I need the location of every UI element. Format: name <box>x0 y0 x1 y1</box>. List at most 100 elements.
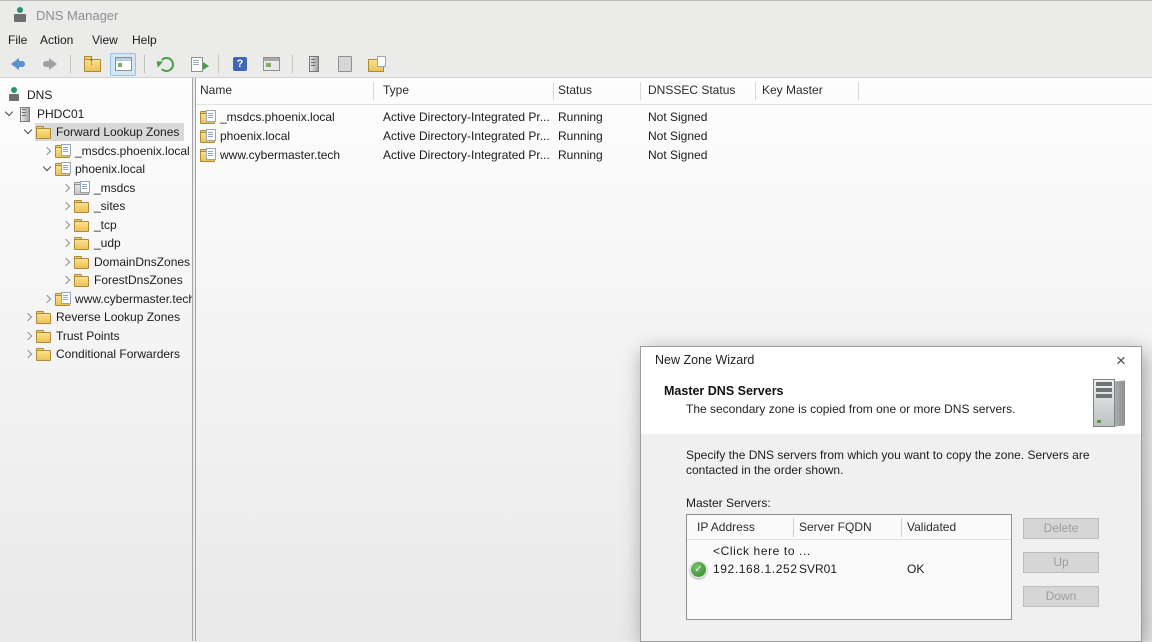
folder-icon <box>74 254 90 270</box>
tree-item-trust-points[interactable]: Trust Points <box>0 327 192 346</box>
pane-button[interactable] <box>332 53 358 76</box>
chevron-right-icon[interactable] <box>40 144 54 158</box>
tree-item-sites[interactable]: _sites <box>0 197 192 216</box>
table-header-divider <box>687 539 1011 540</box>
tree-item-dns[interactable]: DNS <box>0 86 192 105</box>
validated-check-icon <box>690 561 707 578</box>
menu-action[interactable]: Action <box>40 33 73 47</box>
tree-item-reverse-lookup-zones[interactable]: Reverse Lookup Zones <box>0 308 192 327</box>
folder-up-icon <box>84 59 101 72</box>
cell-dnssec-status: Not Signed <box>648 148 707 162</box>
page-overlay <box>206 129 216 141</box>
menu-view[interactable]: View <box>92 33 118 47</box>
table-header-ip-address[interactable]: IP Address <box>697 520 755 534</box>
wizard-instructions: Specify the DNS servers from which you w… <box>686 448 1090 478</box>
tree-item-label: ForestDnsZones <box>94 273 183 287</box>
chevron-right-icon[interactable] <box>59 236 73 250</box>
chevron-right-icon[interactable] <box>21 310 35 324</box>
tree-item-label: _tcp <box>94 218 117 232</box>
tree-item-label: www.cybermaster.tech <box>75 292 192 306</box>
properties-window-button[interactable] <box>258 53 284 76</box>
column-header-status[interactable]: Status <box>558 83 592 97</box>
table-header-validated[interactable]: Validated <box>907 520 956 534</box>
tree-item-www-cybermaster-tech[interactable]: www.cybermaster.tech <box>0 290 192 309</box>
column-header-name[interactable]: Name <box>200 83 232 97</box>
tree-item-content: Trust Points <box>35 327 125 345</box>
refresh-button[interactable] <box>153 53 179 76</box>
export-list-button[interactable] <box>184 53 210 76</box>
tree-item-udp[interactable]: _udp <box>0 234 192 253</box>
tree-item-content: Reverse Lookup Zones <box>35 308 185 326</box>
chevron-down-icon[interactable] <box>40 162 54 176</box>
chevron-right-icon[interactable] <box>40 292 54 306</box>
menu-bar: File Action View Help <box>0 29 1152 51</box>
zone-list-header: Name Type Status DNSSEC Status Key Master <box>196 78 1152 105</box>
tree-item-label: _sites <box>94 199 125 213</box>
server-tower-button[interactable] <box>301 53 327 76</box>
tree-item-conditional-forwarders[interactable]: Conditional Forwarders <box>0 345 192 364</box>
show-console-tree-button[interactable] <box>110 53 136 76</box>
dialog-title: New Zone Wizard <box>655 353 754 367</box>
cell-name: phoenix.local <box>220 129 290 143</box>
menu-file[interactable]: File <box>8 33 27 47</box>
help-button[interactable] <box>227 53 253 76</box>
zone-row-phoenix-local[interactable]: phoenix.localActive Directory-Integrated… <box>196 127 1152 146</box>
tree-item-tcp[interactable]: _tcp <box>0 216 192 235</box>
master-server-row[interactable]: <Click here to ... <box>687 543 1011 561</box>
up-button[interactable]: Up <box>1023 552 1099 573</box>
column-header-dnssec-status[interactable]: DNSSEC Status <box>648 83 735 97</box>
zone-row-www-cybermaster-tech[interactable]: www.cybermaster.techActive Directory-Int… <box>196 146 1152 165</box>
tree-item-label: DNS <box>27 88 52 102</box>
dns-root-icon <box>7 87 23 103</box>
master-server-row[interactable]: 192.168.1.252SVR01OK <box>687 561 1011 579</box>
tree-item-phoenix-local[interactable]: phoenix.local <box>0 160 192 179</box>
column-separator <box>755 82 756 100</box>
back-button[interactable] <box>5 53 31 76</box>
chevron-right-icon[interactable] <box>59 199 73 213</box>
chevron-right-icon[interactable] <box>59 218 73 232</box>
refresh-icon <box>159 57 174 72</box>
down-button[interactable]: Down <box>1023 586 1099 607</box>
chevron-right-icon[interactable] <box>59 181 73 195</box>
page-overlay <box>80 181 90 193</box>
chevron-right-icon[interactable] <box>21 329 35 343</box>
chevron-right-icon[interactable] <box>21 347 35 361</box>
tree-item-phdc01[interactable]: PHDC01 <box>0 105 192 124</box>
tree-item-label: _msdcs.phoenix.local <box>75 144 190 158</box>
back-icon <box>11 58 26 70</box>
menu-help[interactable]: Help <box>132 33 157 47</box>
column-header-type[interactable]: Type <box>383 83 409 97</box>
zone-folder-button[interactable] <box>363 53 389 76</box>
tree-item-label: phoenix.local <box>75 162 145 176</box>
cell-validated: OK <box>907 562 924 576</box>
tree-item-msdcs-phoenix-local[interactable]: _msdcs.phoenix.local <box>0 142 192 161</box>
folder-icon <box>74 198 90 214</box>
wizard-step-subtitle: The secondary zone is copied from one or… <box>686 402 1015 416</box>
chevron-right-icon[interactable] <box>59 255 73 269</box>
table-header-server-fqdn[interactable]: Server FQDN <box>799 520 872 534</box>
tree-item-msdcs[interactable]: _msdcs <box>0 179 192 198</box>
forward-button[interactable] <box>36 53 62 76</box>
master-servers-table: IP Address Server FQDN Validated <Click her… <box>686 514 1012 620</box>
chevron-down-icon[interactable] <box>2 107 16 121</box>
tree-item-label: Conditional Forwarders <box>56 347 180 361</box>
zone-icon <box>200 128 216 144</box>
tree-item-forward-lookup-zones[interactable]: Forward Lookup Zones <box>0 123 192 142</box>
window-icon <box>263 57 280 71</box>
column-header-key-master[interactable]: Key Master <box>762 83 823 97</box>
cell-ip-address: <Click here to ... <box>713 544 811 558</box>
cell-name: www.cybermaster.tech <box>220 148 340 162</box>
dns-manager-app-icon <box>12 7 28 23</box>
tree-item-forestdnszones[interactable]: ForestDnsZones <box>0 271 192 290</box>
toolbar-separator <box>144 55 145 73</box>
tree-item-label: Reverse Lookup Zones <box>56 310 180 324</box>
chevron-down-icon[interactable] <box>21 125 35 139</box>
tree-item-domaindnszones[interactable]: DomainDnsZones <box>0 253 192 272</box>
chevron-right-icon[interactable] <box>59 273 73 287</box>
close-icon[interactable]: × <box>1109 349 1133 372</box>
up-one-level-button[interactable] <box>79 53 105 76</box>
zone-row-msdcs-phoenix-local[interactable]: _msdcs.phoenix.localActive Directory-Int… <box>196 108 1152 127</box>
cell-status: Running <box>558 148 603 162</box>
dialog-title-bar[interactable]: New Zone Wizard × <box>641 347 1141 375</box>
delete-button[interactable]: Delete <box>1023 518 1099 539</box>
